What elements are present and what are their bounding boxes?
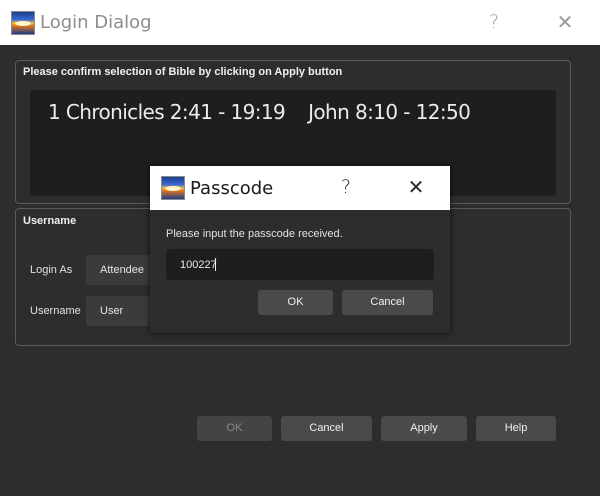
- text-caret: [215, 258, 216, 271]
- close-icon[interactable]: ✕: [552, 10, 578, 34]
- passcode-prompt: Please input the passcode received.: [166, 228, 343, 240]
- username-label: Username: [30, 305, 81, 317]
- passcode-title: Passcode: [190, 178, 274, 199]
- passcode-app-icon: [161, 176, 185, 200]
- passcode-cancel-button[interactable]: Cancel: [342, 290, 433, 315]
- passcode-title-bar: Passcode ? ✕: [150, 166, 450, 210]
- username-field[interactable]: User: [86, 296, 156, 326]
- window-title: Login Dialog: [40, 12, 152, 33]
- title-bar: Login Dialog ? ✕: [0, 0, 600, 45]
- help-icon[interactable]: ?: [484, 11, 504, 33]
- bible-selection-text: 1 Chronicles 2:41 - 19:19 John 8:10 - 12…: [48, 100, 471, 124]
- ok-button[interactable]: OK: [197, 416, 272, 441]
- passcode-ok-button[interactable]: OK: [258, 290, 333, 315]
- login-as-label: Login As: [30, 264, 73, 276]
- passcode-close-icon[interactable]: ✕: [404, 175, 428, 199]
- passcode-help-icon[interactable]: ?: [338, 176, 354, 198]
- passcode-input[interactable]: [166, 249, 434, 280]
- login-as-select[interactable]: Attendee: [86, 255, 156, 285]
- bible-group-title: Please confirm selection of Bible by cli…: [23, 66, 343, 78]
- help-button[interactable]: Help: [476, 416, 556, 441]
- passcode-dialog: Passcode ? ✕ Please input the passcode r…: [150, 166, 450, 333]
- app-logo-icon: [11, 11, 35, 35]
- username-group-title: Username: [23, 215, 77, 227]
- cancel-button[interactable]: Cancel: [281, 416, 372, 441]
- apply-button[interactable]: Apply: [381, 416, 467, 441]
